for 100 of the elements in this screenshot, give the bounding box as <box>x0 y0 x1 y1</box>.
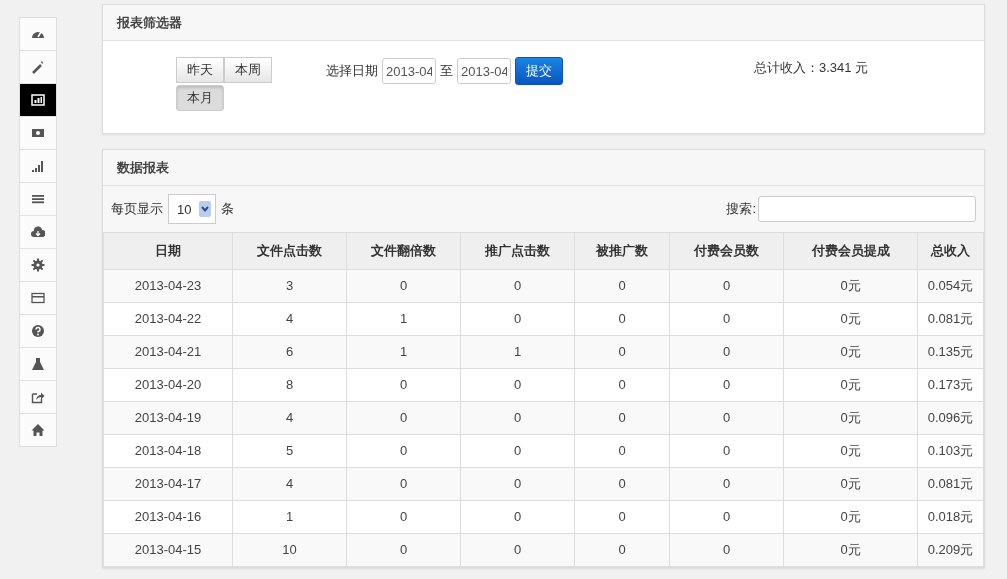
table-cell: 0.096元 <box>917 401 984 435</box>
date-separator: 至 <box>440 62 453 80</box>
list-icon <box>31 192 45 206</box>
table-cell: 0 <box>460 500 575 534</box>
table-cell: 0元 <box>783 467 918 501</box>
range-button[interactable]: 本月 <box>176 85 224 111</box>
settings-icon <box>31 258 45 272</box>
table-cell: 0 <box>669 335 784 369</box>
wand-icon <box>31 60 45 74</box>
table-cell: 0 <box>574 368 670 402</box>
column-header[interactable]: 推广点击数 <box>460 232 575 270</box>
table-cell: 2013-04-18 <box>103 434 233 468</box>
table-cell: 0 <box>460 467 575 501</box>
table-cell: 1 <box>460 335 575 369</box>
table-cell: 0元 <box>783 269 918 303</box>
table-cell: 6 <box>232 335 347 369</box>
submit-button[interactable]: 提交 <box>515 57 563 85</box>
card-icon <box>31 291 45 305</box>
column-header[interactable]: 文件翻倍数 <box>346 232 461 270</box>
table-cell: 0.054元 <box>917 269 984 303</box>
table-cell: 2013-04-23 <box>103 269 233 303</box>
search-label: 搜索: <box>726 200 756 218</box>
page-size-select[interactable]: 10 <box>168 194 216 224</box>
column-header[interactable]: 日期 <box>103 232 233 270</box>
table-cell: 10 <box>232 533 347 567</box>
sidebar-item[interactable] <box>20 84 56 117</box>
table-cell: 0 <box>346 269 461 303</box>
table-cell: 0 <box>574 302 670 336</box>
table-cell: 0 <box>669 467 784 501</box>
table-cell: 0 <box>460 269 575 303</box>
table-cell: 0 <box>669 269 784 303</box>
search-field[interactable] <box>758 196 976 222</box>
date-label: 选择日期 <box>326 62 378 80</box>
signal-icon <box>31 159 45 173</box>
table-cell: 2013-04-22 <box>103 302 233 336</box>
table-cell: 5 <box>232 434 347 468</box>
table-cell: 0 <box>574 467 670 501</box>
table-cell: 0 <box>346 500 461 534</box>
column-header[interactable]: 付费会员数 <box>669 232 784 270</box>
table-cell: 0 <box>574 401 670 435</box>
flask-icon <box>31 357 45 371</box>
table-cell: 0 <box>346 533 461 567</box>
caret-icon <box>199 201 211 217</box>
table-cell: 1 <box>346 302 461 336</box>
table-cell: 0 <box>460 368 575 402</box>
table-cell: 0元 <box>783 401 918 435</box>
table-cell: 0 <box>669 533 784 567</box>
table-cell: 0 <box>346 368 461 402</box>
table-cell: 2013-04-20 <box>103 368 233 402</box>
table-cell: 0 <box>346 401 461 435</box>
table-cell: 0元 <box>783 368 918 402</box>
table-cell: 0 <box>669 302 784 336</box>
column-header[interactable]: 付费会员提成 <box>783 232 918 270</box>
table-cell: 0.173元 <box>917 368 984 402</box>
table-cell: 0.209元 <box>917 533 984 567</box>
table-cell: 4 <box>232 302 347 336</box>
table-cell: 0 <box>574 533 670 567</box>
table-cell: 0元 <box>783 335 918 369</box>
table-cell: 3 <box>232 269 347 303</box>
table-cell: 0 <box>346 434 461 468</box>
panel-title: 报表筛选器 <box>117 13 182 32</box>
table-cell: 0元 <box>783 500 918 534</box>
money-icon <box>31 126 45 140</box>
page-size-label: 每页显示 <box>111 200 163 218</box>
table-cell: 0 <box>574 269 670 303</box>
table-cell: 0 <box>669 434 784 468</box>
table-cell: 1 <box>346 335 461 369</box>
table-cell: 0元 <box>783 533 918 567</box>
table-cell: 2013-04-21 <box>103 335 233 369</box>
table-cell: 8 <box>232 368 347 402</box>
total-income: 总计收入：3.341 元 <box>754 59 869 77</box>
table-cell: 0元 <box>783 434 918 468</box>
home-icon <box>31 423 45 437</box>
table-cell: 0 <box>460 302 575 336</box>
table-cell: 0.081元 <box>917 467 984 501</box>
table-cell: 0 <box>669 500 784 534</box>
column-header[interactable]: 被推广数 <box>574 232 670 270</box>
table-cell: 0 <box>669 368 784 402</box>
table-cell: 0 <box>574 500 670 534</box>
chart-icon <box>31 93 45 107</box>
table-cell: 2013-04-17 <box>103 467 233 501</box>
table-cell: 0.081元 <box>917 302 984 336</box>
range-button[interactable]: 昨天 <box>176 57 224 83</box>
table-cell: 4 <box>232 401 347 435</box>
table-cell: 0 <box>460 401 575 435</box>
table-cell: 0 <box>669 401 784 435</box>
table-cell: 0 <box>346 467 461 501</box>
page-size-unit: 条 <box>221 200 234 218</box>
table-cell: 0.103元 <box>917 434 984 468</box>
help-icon <box>31 324 45 338</box>
range-button[interactable]: 本周 <box>224 57 272 83</box>
column-header[interactable]: 总收入 <box>917 232 984 270</box>
table-cell: 0 <box>574 434 670 468</box>
table-cell: 1 <box>232 500 347 534</box>
table-cell: 0元 <box>783 302 918 336</box>
column-header[interactable]: 文件点击数 <box>232 232 347 270</box>
table-cell: 0 <box>460 533 575 567</box>
table-cell: 0.018元 <box>917 500 984 534</box>
table-cell: 0 <box>460 434 575 468</box>
table-cell: 2013-04-16 <box>103 500 233 534</box>
